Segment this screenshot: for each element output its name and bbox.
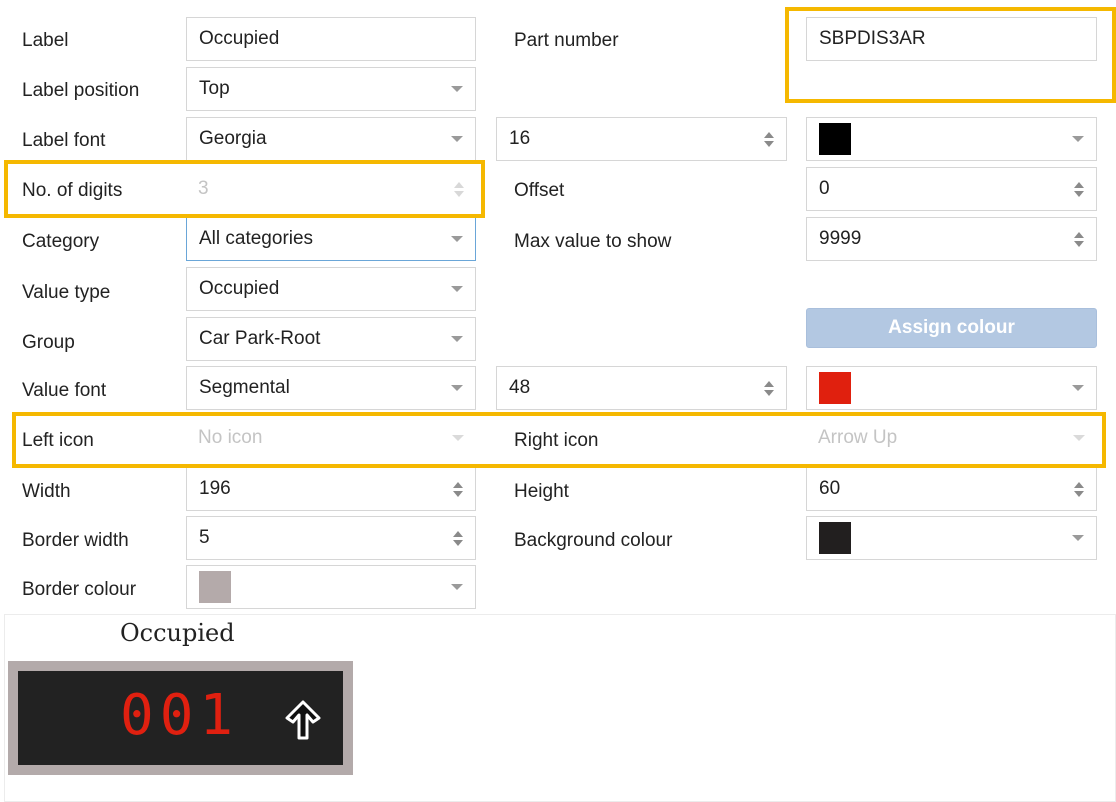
max-value-value: 9999 bbox=[819, 228, 862, 249]
label-input[interactable]: Occupied bbox=[186, 17, 476, 61]
spinner-icon[interactable] bbox=[764, 131, 774, 147]
group-value: Car Park-Root bbox=[199, 328, 321, 349]
chevron-down-icon bbox=[1072, 136, 1084, 142]
chevron-down-icon bbox=[451, 336, 463, 342]
border-colour-picker[interactable] bbox=[186, 565, 476, 609]
value-font-color-picker[interactable] bbox=[806, 366, 1097, 410]
border-width-value: 5 bbox=[199, 527, 210, 548]
width-stepper[interactable]: 196 bbox=[186, 467, 476, 511]
chevron-down-icon bbox=[1072, 385, 1084, 391]
max-value-label: Max value to show bbox=[514, 231, 672, 252]
preview-display-inner: 001 bbox=[18, 671, 343, 765]
value-font-value: Segmental bbox=[199, 377, 290, 398]
background-colour-picker[interactable] bbox=[806, 516, 1097, 560]
value-font-size-value: 48 bbox=[509, 377, 531, 398]
group-label: Group bbox=[22, 332, 75, 353]
border-colour-label: Border colour bbox=[22, 579, 137, 600]
width-value: 196 bbox=[199, 478, 231, 499]
arrow-up-icon bbox=[285, 700, 321, 740]
category-value: All categories bbox=[199, 228, 314, 249]
value-type-label: Value type bbox=[22, 282, 111, 303]
chevron-down-icon bbox=[1072, 535, 1084, 541]
spinner-icon[interactable] bbox=[453, 481, 463, 497]
background-colour-label: Background colour bbox=[514, 530, 673, 551]
part-number-label: Part number bbox=[514, 30, 619, 51]
value-font-size-stepper[interactable]: 48 bbox=[496, 366, 787, 410]
offset-label: Offset bbox=[514, 180, 565, 201]
border-width-stepper[interactable]: 5 bbox=[186, 516, 476, 560]
highlight-icons-row bbox=[12, 412, 1106, 468]
chevron-down-icon bbox=[451, 86, 463, 92]
spinner-icon[interactable] bbox=[1074, 181, 1084, 197]
chevron-down-icon bbox=[451, 136, 463, 142]
label-font-select[interactable]: Georgia bbox=[186, 117, 476, 161]
group-select[interactable]: Car Park-Root bbox=[186, 317, 476, 361]
max-value-stepper[interactable]: 9999 bbox=[806, 217, 1097, 261]
chevron-down-icon bbox=[451, 286, 463, 292]
label-font-value: Georgia bbox=[199, 128, 267, 149]
color-swatch bbox=[819, 522, 851, 554]
assign-colour-button[interactable]: Assign colour bbox=[806, 308, 1097, 348]
value-type-select[interactable]: Occupied bbox=[186, 267, 476, 311]
offset-stepper[interactable]: 0 bbox=[806, 167, 1097, 211]
category-label: Category bbox=[22, 231, 100, 252]
category-select[interactable]: All categories bbox=[186, 217, 476, 261]
value-font-label: Value font bbox=[22, 380, 107, 401]
label-position-label: Label position bbox=[22, 80, 140, 101]
preview-label: Occupied bbox=[120, 619, 235, 647]
color-swatch bbox=[819, 372, 851, 404]
label-value: Occupied bbox=[199, 28, 280, 49]
preview-digits: 001 bbox=[120, 683, 240, 748]
highlight-part-number bbox=[785, 7, 1116, 103]
height-value: 60 bbox=[819, 478, 841, 499]
height-label: Height bbox=[514, 481, 569, 502]
spinner-icon[interactable] bbox=[764, 380, 774, 396]
chevron-down-icon bbox=[451, 236, 463, 242]
label-font-size-value: 16 bbox=[509, 128, 531, 149]
chevron-down-icon bbox=[451, 385, 463, 391]
offset-value: 0 bbox=[819, 178, 830, 199]
label-label: Label bbox=[22, 30, 69, 51]
border-width-label: Border width bbox=[22, 530, 129, 551]
value-font-select[interactable]: Segmental bbox=[186, 366, 476, 410]
spinner-icon[interactable] bbox=[453, 530, 463, 546]
preview-display: 001 bbox=[8, 661, 353, 775]
spinner-icon[interactable] bbox=[1074, 481, 1084, 497]
width-label: Width bbox=[22, 481, 71, 502]
color-swatch bbox=[199, 571, 231, 603]
chevron-down-icon bbox=[451, 584, 463, 590]
spinner-icon[interactable] bbox=[1074, 231, 1084, 247]
label-position-value: Top bbox=[199, 78, 230, 99]
label-font-color-picker[interactable] bbox=[806, 117, 1097, 161]
label-font-size-stepper[interactable]: 16 bbox=[496, 117, 787, 161]
label-position-select[interactable]: Top bbox=[186, 67, 476, 111]
highlight-num-digits bbox=[4, 160, 485, 218]
value-type-value: Occupied bbox=[199, 278, 280, 299]
label-font-label: Label font bbox=[22, 130, 106, 151]
height-stepper[interactable]: 60 bbox=[806, 467, 1097, 511]
color-swatch bbox=[819, 123, 851, 155]
